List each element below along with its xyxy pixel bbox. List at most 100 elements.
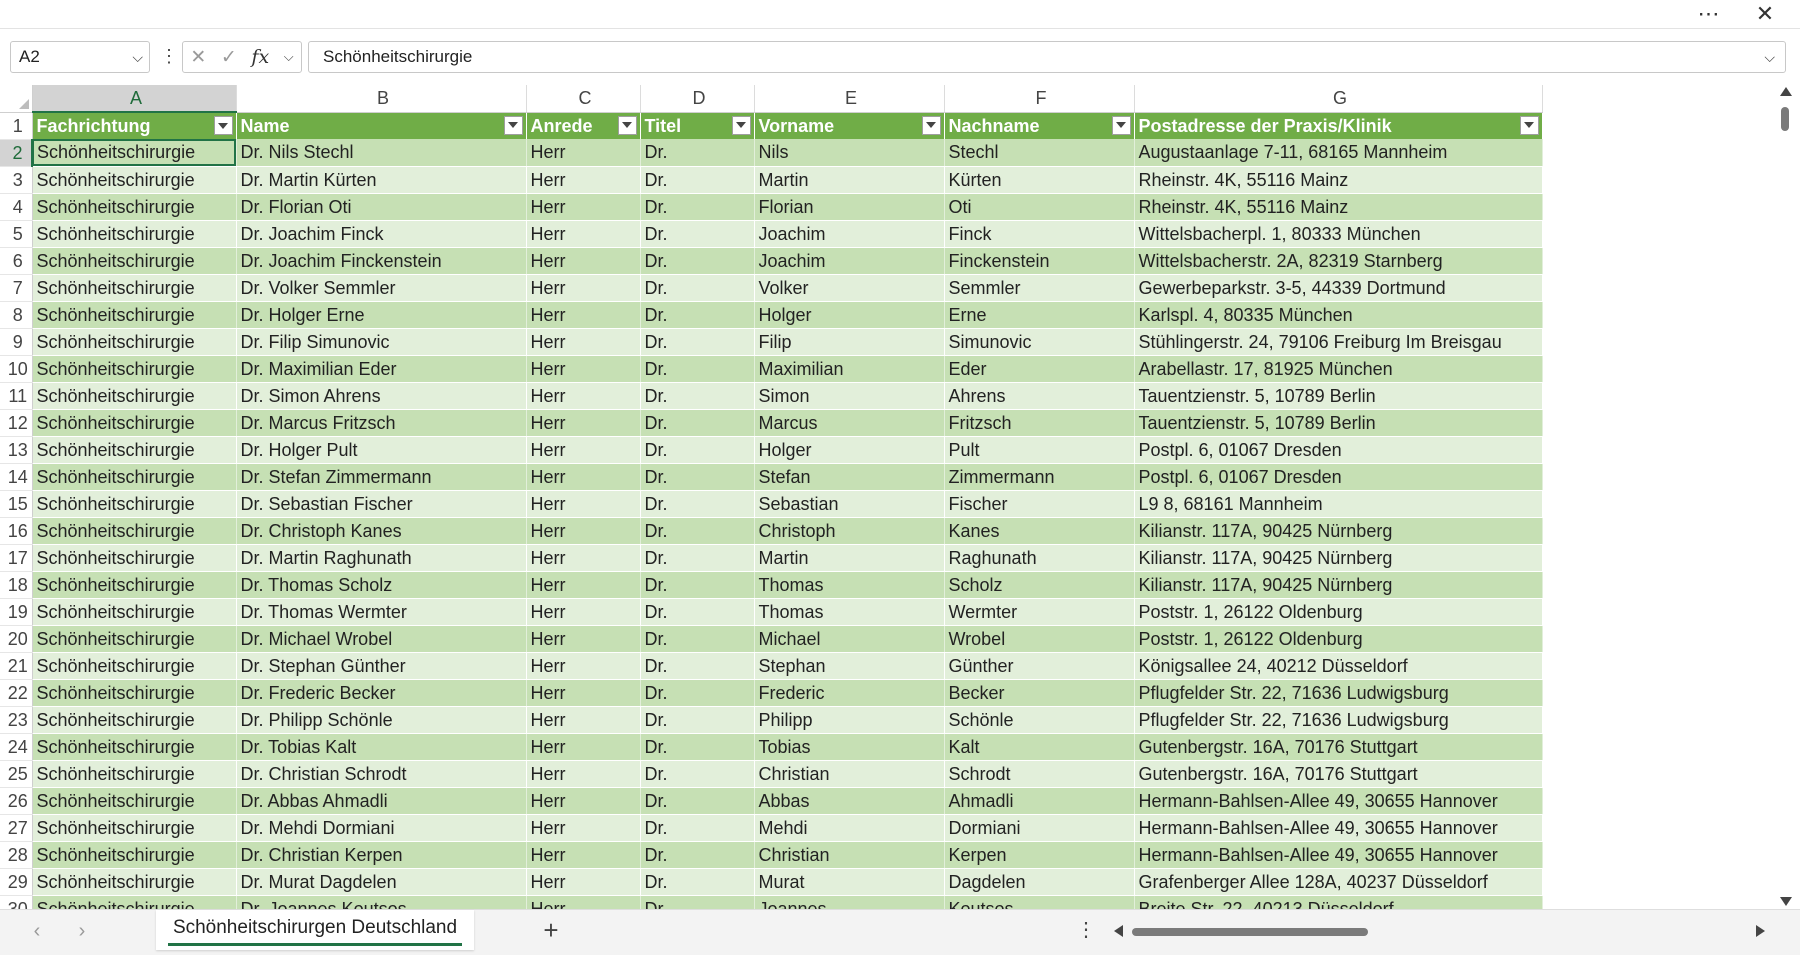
table-cell[interactable]: Martin xyxy=(754,544,945,572)
table-cell[interactable]: Christian xyxy=(754,841,945,869)
table-cell[interactable]: Joachim xyxy=(754,247,945,275)
chevron-down-icon[interactable]: ⌵ xyxy=(132,42,143,72)
row-header[interactable]: 5 xyxy=(0,220,33,248)
column-header-e[interactable]: E xyxy=(754,85,945,113)
table-cell[interactable]: Dr. xyxy=(640,814,755,842)
row-header[interactable]: 4 xyxy=(0,193,33,221)
table-cell[interactable]: Dr. xyxy=(640,679,755,707)
table-cell[interactable]: Koutsos xyxy=(944,895,1135,909)
table-cell[interactable]: Herr xyxy=(526,328,641,356)
sheet-tab-active[interactable]: Schönheitschirurgen Deutschland xyxy=(156,910,474,950)
row-header[interactable]: 2 xyxy=(0,139,33,167)
table-cell[interactable]: Schönheitschirurgie xyxy=(32,895,237,909)
row-header[interactable]: 1 xyxy=(0,112,33,140)
table-cell[interactable]: Nils xyxy=(754,139,945,167)
scroll-right-icon[interactable] xyxy=(1756,925,1765,937)
table-cell[interactable]: Dr. Nils Stechl xyxy=(236,139,527,167)
table-cell[interactable]: Schönheitschirurgie xyxy=(32,436,237,464)
table-cell[interactable]: Dr. xyxy=(640,220,755,248)
table-cell[interactable]: Dr. Thomas Wermter xyxy=(236,598,527,626)
table-cell[interactable]: Schönheitschirurgie xyxy=(32,166,237,194)
row-header[interactable]: 13 xyxy=(0,436,33,464)
table-cell[interactable]: Dr. Joachim Finckenstein xyxy=(236,247,527,275)
table-cell[interactable]: Pflugfelder Str. 22, 71636 Ludwigsburg xyxy=(1134,679,1543,707)
table-cell[interactable]: Christoph xyxy=(754,517,945,545)
table-cell[interactable]: Herr xyxy=(526,679,641,707)
column-header-b[interactable]: B xyxy=(236,85,527,113)
table-cell[interactable]: Maximilian xyxy=(754,355,945,383)
table-header-cell[interactable]: Postadresse der Praxis/Klinik xyxy=(1134,112,1543,139)
table-cell[interactable]: Dr. xyxy=(640,166,755,194)
table-cell[interactable]: Herr xyxy=(526,355,641,383)
row-header[interactable]: 15 xyxy=(0,490,33,518)
table-cell[interactable]: Dr. xyxy=(640,436,755,464)
table-cell[interactable]: Herr xyxy=(526,625,641,653)
table-cell[interactable]: Herr xyxy=(526,733,641,761)
table-cell[interactable]: Kanes xyxy=(944,517,1135,545)
table-cell[interactable]: Schönheitschirurgie xyxy=(32,544,237,572)
table-cell[interactable]: Schönheitschirurgie xyxy=(32,598,237,626)
table-cell[interactable]: Dr. xyxy=(640,544,755,572)
row-header[interactable]: 17 xyxy=(0,544,33,572)
table-cell[interactable]: Dr. xyxy=(640,760,755,788)
table-cell[interactable]: L9 8, 68161 Mannheim xyxy=(1134,490,1543,518)
table-cell[interactable]: Dr. Martin Kürten xyxy=(236,166,527,194)
row-header[interactable]: 23 xyxy=(0,706,33,734)
row-header[interactable]: 27 xyxy=(0,814,33,842)
table-cell[interactable]: Dr. Michael Wrobel xyxy=(236,625,527,653)
table-cell[interactable]: Zimmermann xyxy=(944,463,1135,491)
table-cell[interactable]: Tauentzienstr. 5, 10789 Berlin xyxy=(1134,382,1543,410)
table-cell[interactable]: Wittelsbacherstr. 2A, 82319 Starnberg xyxy=(1134,247,1543,275)
table-cell[interactable]: Thomas xyxy=(754,598,945,626)
previous-sheet-icon[interactable]: ‹ xyxy=(25,918,49,944)
vertical-dots-icon[interactable]: ⋮ xyxy=(1076,916,1096,946)
more-options-icon[interactable]: ⋯ xyxy=(1688,0,1730,28)
row-header[interactable]: 19 xyxy=(0,598,33,626)
row-header[interactable]: 22 xyxy=(0,679,33,707)
table-cell[interactable]: Dr. xyxy=(640,787,755,815)
table-cell[interactable]: Schönheitschirurgie xyxy=(32,193,237,221)
table-cell[interactable]: Stefan xyxy=(754,463,945,491)
table-cell[interactable]: Eder xyxy=(944,355,1135,383)
table-cell[interactable]: Dr. Joachim Finck xyxy=(236,220,527,248)
table-cell[interactable]: Schönheitschirurgie xyxy=(32,625,237,653)
table-cell[interactable]: Dr. xyxy=(640,382,755,410)
column-header-f[interactable]: F xyxy=(944,85,1135,113)
vertical-dots-icon[interactable]: ⋮ xyxy=(160,41,178,73)
table-cell[interactable]: Martin xyxy=(754,166,945,194)
table-cell[interactable]: Frederic xyxy=(754,679,945,707)
table-cell[interactable]: Arabellastr. 17, 81925 München xyxy=(1134,355,1543,383)
table-cell[interactable]: Stühlingerstr. 24, 79106 Freiburg Im Bre… xyxy=(1134,328,1543,356)
table-cell[interactable]: Dr. xyxy=(640,841,755,869)
table-cell[interactable]: Dr. xyxy=(640,463,755,491)
table-cell[interactable]: Schönheitschirurgie xyxy=(32,868,237,896)
row-header[interactable]: 20 xyxy=(0,625,33,653)
table-cell[interactable]: Holger xyxy=(754,436,945,464)
table-cell[interactable]: Joannes xyxy=(754,895,945,909)
table-cell[interactable]: Herr xyxy=(526,841,641,869)
table-cell[interactable]: Schönheitschirurgie xyxy=(32,571,237,599)
table-cell[interactable]: Dr. xyxy=(640,490,755,518)
table-cell[interactable]: Dr. Tobias Kalt xyxy=(236,733,527,761)
row-header[interactable]: 24 xyxy=(0,733,33,761)
table-cell[interactable]: Königsallee 24, 40212 Düsseldorf xyxy=(1134,652,1543,680)
scroll-left-icon[interactable] xyxy=(1114,925,1123,937)
table-cell[interactable]: Schönheitschirurgie xyxy=(32,760,237,788)
table-header-cell[interactable]: Titel xyxy=(640,112,755,139)
table-cell[interactable]: Herr xyxy=(526,868,641,896)
table-cell[interactable]: Rheinstr. 4K, 55116 Mainz xyxy=(1134,166,1543,194)
table-cell[interactable]: Fischer xyxy=(944,490,1135,518)
table-cell[interactable]: Michael xyxy=(754,625,945,653)
table-cell[interactable]: Joachim xyxy=(754,220,945,248)
table-cell[interactable]: Hermann-Bahlsen-Allee 49, 30655 Hannover xyxy=(1134,841,1543,869)
table-cell[interactable]: Ahrens xyxy=(944,382,1135,410)
table-cell[interactable]: Tobias xyxy=(754,733,945,761)
table-cell[interactable]: Poststr. 1, 26122 Oldenburg xyxy=(1134,625,1543,653)
table-cell[interactable]: Hermann-Bahlsen-Allee 49, 30655 Hannover xyxy=(1134,814,1543,842)
table-cell[interactable]: Schönheitschirurgie xyxy=(32,409,237,437)
chevron-down-icon[interactable]: ⌵ xyxy=(284,49,294,65)
table-cell[interactable]: Gewerbeparkstr. 3-5, 44339 Dortmund xyxy=(1134,274,1543,302)
row-header[interactable]: 21 xyxy=(0,652,33,680)
table-cell[interactable]: Schönheitschirurgie xyxy=(32,787,237,815)
table-cell[interactable]: Kalt xyxy=(944,733,1135,761)
